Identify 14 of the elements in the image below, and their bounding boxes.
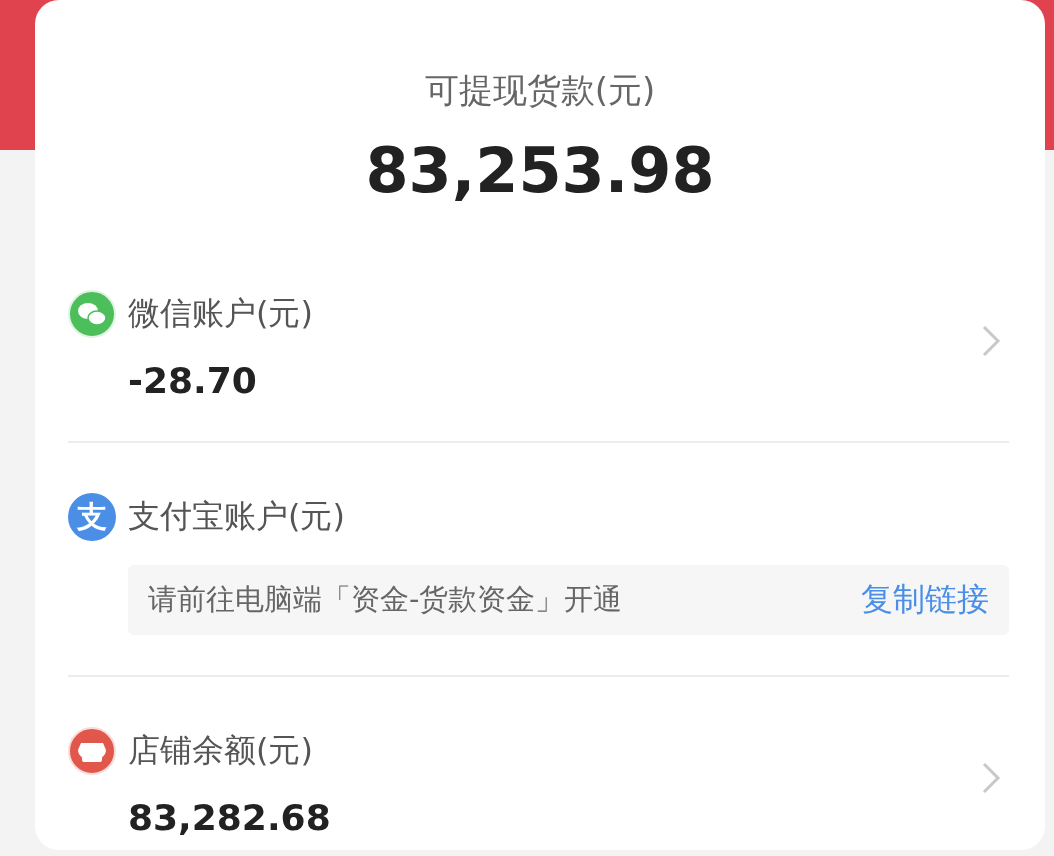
account-label: 店铺余额(元) bbox=[128, 730, 313, 771]
balance-title: 可提现货款(元) bbox=[424, 69, 656, 112]
alipay-icon: 支 bbox=[68, 493, 116, 541]
chevron-right-icon[interactable] bbox=[981, 323, 1001, 358]
account-amount: 83,282.68 bbox=[128, 797, 332, 838]
balance-amount: 83,253.98 bbox=[365, 134, 715, 207]
account-label: 微信账户(元) bbox=[128, 293, 313, 334]
account-label: 支付宝账户(元) bbox=[128, 496, 345, 537]
account-amount: -28.70 bbox=[128, 360, 258, 401]
chat-bubbles-icon bbox=[68, 290, 116, 338]
chevron-right-icon[interactable] bbox=[981, 760, 1001, 795]
copy-link[interactable]: 复制链接 bbox=[861, 578, 989, 622]
notice-text: 请前往电脑端「资金-货款资金」开通 bbox=[148, 581, 623, 618]
shop-icon bbox=[68, 727, 116, 775]
